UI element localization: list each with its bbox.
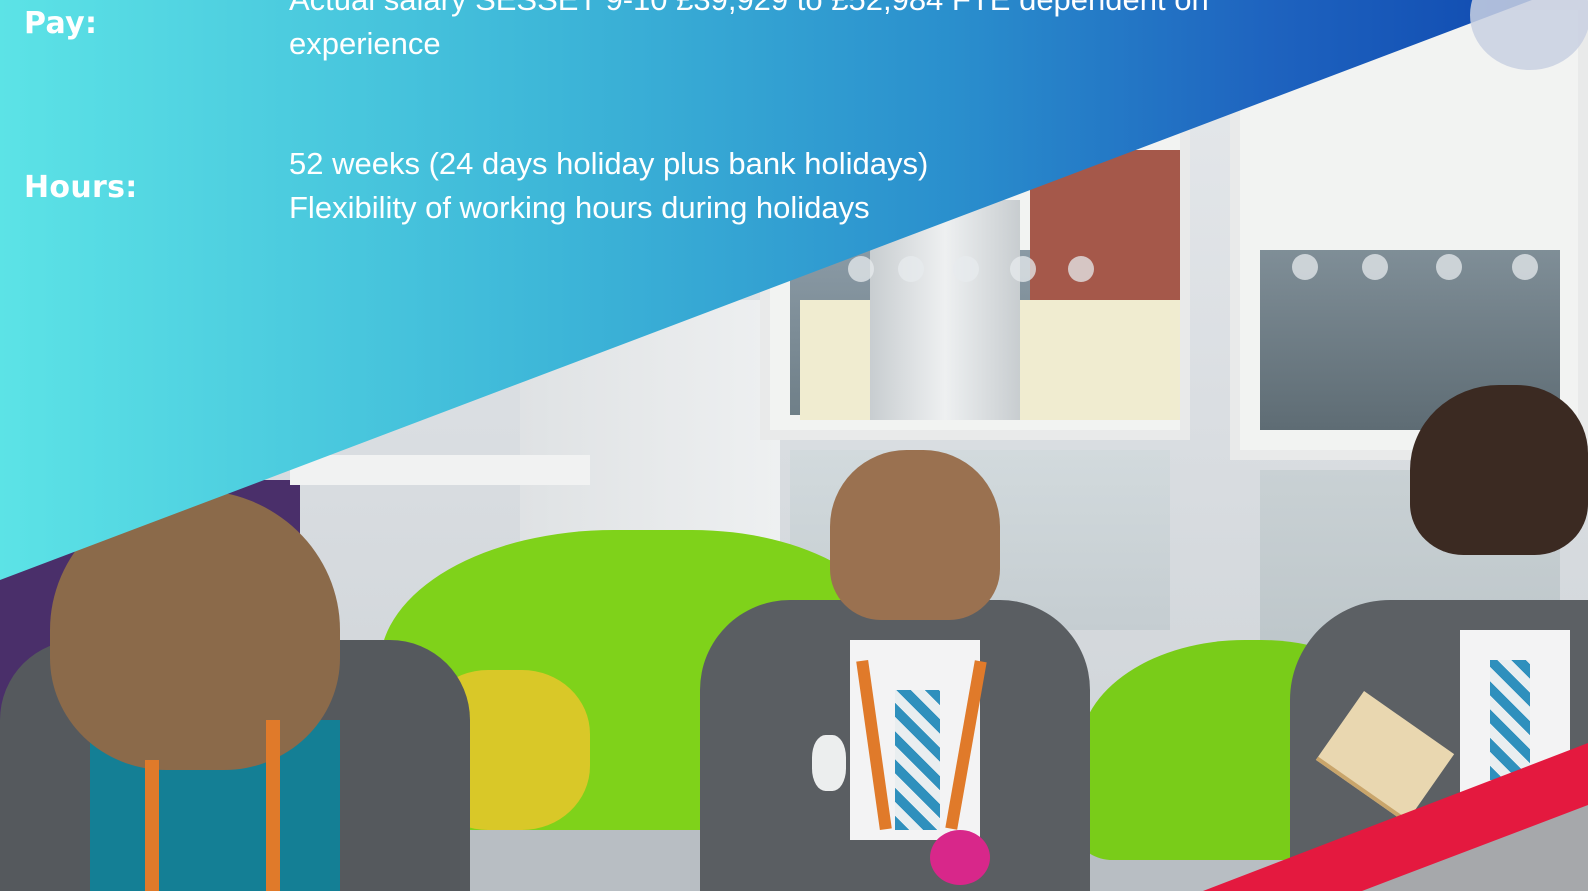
lanyard xyxy=(145,760,159,891)
glass-dot xyxy=(898,256,924,282)
student-middle-hair xyxy=(830,450,1000,620)
glass-dot xyxy=(1436,254,1462,280)
glass-dot xyxy=(1292,254,1318,280)
pink-toy xyxy=(930,830,990,885)
hours-value-line: 52 weeks (24 days holiday plus bank holi… xyxy=(289,146,929,181)
pay-value-line: Actual salary SESSET 9-10 £39,929 to £52… xyxy=(289,0,1209,22)
striped-tie xyxy=(1490,660,1530,780)
window-sill xyxy=(290,455,590,485)
glass-dot xyxy=(953,256,979,282)
glass-dot xyxy=(1010,256,1036,282)
student-right-hair xyxy=(1410,385,1588,555)
hours-value: 52 weeks (24 days holiday plus bank holi… xyxy=(289,142,928,230)
hours-value-line: Flexibility of working hours during holi… xyxy=(289,190,870,225)
pay-value: Actual salary SESSET 9-10 £39,929 to £52… xyxy=(289,0,1209,66)
pay-label: Pay: xyxy=(24,6,98,41)
lanyard xyxy=(266,720,280,891)
hours-label: Hours: xyxy=(24,170,138,205)
striped-tie xyxy=(895,690,940,830)
fob-watch-badge xyxy=(812,735,846,791)
glass-dot xyxy=(1512,254,1538,280)
poster-section: Pay: Actual salary SESSET 9-10 £39,929 t… xyxy=(0,0,1588,891)
pay-value-line: experience xyxy=(289,26,441,61)
glass-dot xyxy=(848,256,874,282)
glass-dot xyxy=(1362,254,1388,280)
glass-dot xyxy=(1068,256,1094,282)
